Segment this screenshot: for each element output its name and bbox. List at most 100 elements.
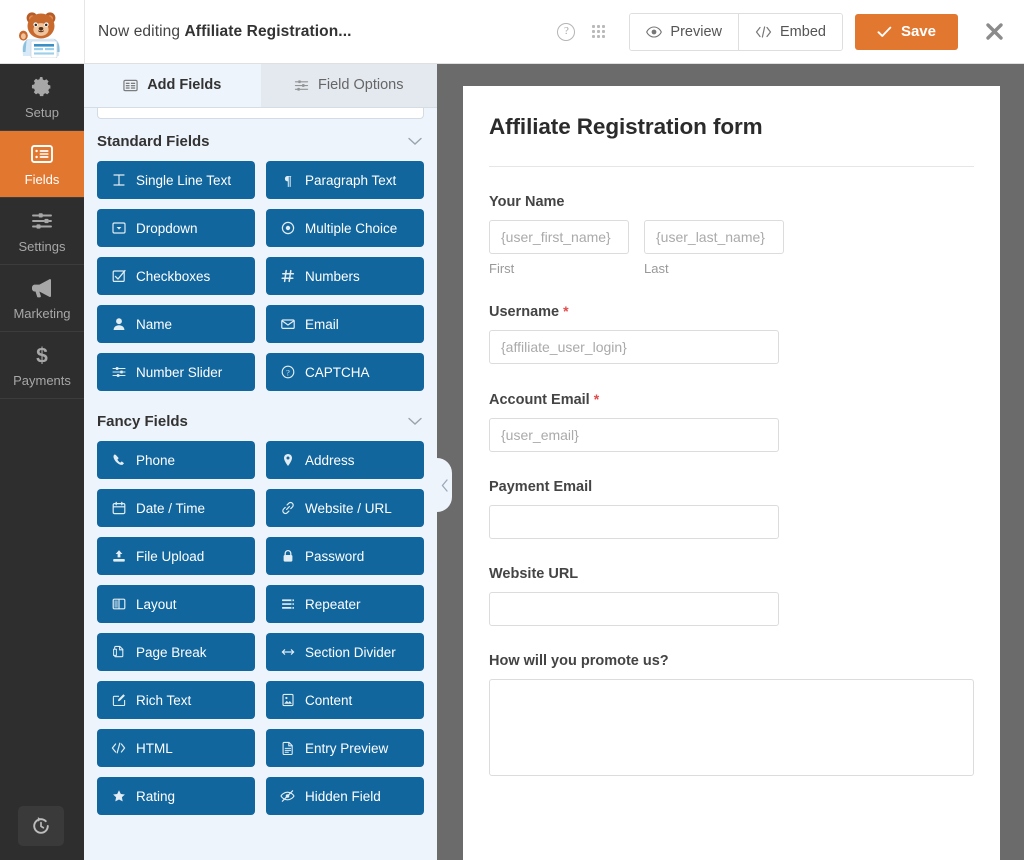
- field-button-dropdown[interactable]: Dropdown: [97, 209, 255, 247]
- embed-button[interactable]: Embed: [738, 13, 842, 50]
- field-button-hidden-field[interactable]: Hidden Field: [266, 777, 424, 815]
- add-fields-panel: Add Fields Field Options Standard Fields…: [84, 64, 437, 860]
- field-button-entry-preview[interactable]: Entry Preview: [266, 729, 424, 767]
- preview-field-payment-email[interactable]: Payment Email: [489, 479, 974, 539]
- website-url-input[interactable]: [489, 592, 779, 626]
- field-button-file-upload[interactable]: File Upload: [97, 537, 255, 575]
- last-name-input[interactable]: {user_last_name}: [644, 220, 784, 254]
- tab-label: Field Options: [318, 77, 404, 93]
- sidebar-item-label: Marketing: [13, 305, 71, 321]
- payment-email-input[interactable]: [489, 505, 779, 539]
- tab-field-options[interactable]: Field Options: [261, 64, 438, 107]
- first-name-sublabel: First: [489, 261, 515, 276]
- account-email-placeholder: {user_email}: [501, 427, 579, 443]
- field-button-numbers[interactable]: Numbers: [266, 257, 424, 295]
- sidebar-item-fields[interactable]: Fields: [0, 131, 84, 198]
- field-button-label: Entry Preview: [305, 740, 389, 756]
- field-button-checkboxes[interactable]: Checkboxes: [97, 257, 255, 295]
- apps-grid-button[interactable]: [585, 19, 611, 45]
- field-button-rating[interactable]: Rating: [97, 777, 255, 815]
- svg-text:?: ?: [286, 368, 290, 377]
- field-options-icon: [294, 79, 309, 91]
- sidebar-item-setup[interactable]: Setup: [0, 64, 84, 131]
- field-label-text: How will you promote us?: [489, 653, 669, 669]
- sidebar-item-marketing[interactable]: Marketing: [0, 265, 84, 332]
- editing-prefix: Now editing: [98, 22, 181, 40]
- embed-label: Embed: [780, 23, 826, 40]
- section-header-fancy-fields[interactable]: Fancy Fields: [84, 391, 437, 441]
- field-button-label: Single Line Text: [136, 172, 232, 188]
- promote-textarea[interactable]: [489, 679, 974, 776]
- field-button-number-slider[interactable]: Number Slider: [97, 353, 255, 391]
- preview-field-your-name[interactable]: Your Name {user_first_name} First {user_…: [489, 194, 974, 276]
- required-marker: *: [593, 391, 600, 407]
- account-email-input[interactable]: {user_email}: [489, 418, 779, 452]
- map-pin-icon: [280, 453, 295, 468]
- field-button-date-time[interactable]: Date / Time: [97, 489, 255, 527]
- field-button-label: Date / Time: [136, 500, 206, 516]
- field-button-website-url[interactable]: Website / URL: [266, 489, 424, 527]
- search-fields-input[interactable]: [97, 108, 424, 119]
- help-button[interactable]: ?: [553, 19, 579, 45]
- field-button-phone[interactable]: Phone: [97, 441, 255, 479]
- standard-fields-grid: Single Line Text ¶ Paragraph Text Dropdo…: [84, 161, 437, 391]
- name-first-column: {user_first_name} First: [489, 220, 629, 276]
- required-marker: *: [563, 303, 569, 319]
- close-button[interactable]: [964, 0, 1024, 63]
- pilcrow-icon: ¶: [280, 173, 295, 188]
- field-button-single-line-text[interactable]: Single Line Text: [97, 161, 255, 199]
- field-button-label: Layout: [136, 596, 177, 612]
- dropdown-icon: [111, 221, 126, 236]
- preview-field-website-url[interactable]: Website URL: [489, 566, 974, 626]
- field-button-repeater[interactable]: Repeater: [266, 585, 424, 623]
- collapse-panel-button[interactable]: [437, 458, 452, 512]
- page-break-icon: [111, 645, 126, 660]
- field-label: Website URL: [489, 566, 974, 582]
- bear-mascot-icon: [19, 11, 60, 58]
- field-button-label: Name: [136, 316, 173, 332]
- tab-add-fields[interactable]: Add Fields: [84, 64, 261, 107]
- tab-label: Add Fields: [147, 77, 222, 93]
- field-label: Payment Email: [489, 479, 974, 495]
- preview-field-promote[interactable]: How will you promote us?: [489, 653, 974, 776]
- field-button-content[interactable]: Content: [266, 681, 424, 719]
- field-button-page-break[interactable]: Page Break: [97, 633, 255, 671]
- username-input[interactable]: {affiliate_user_login}: [489, 330, 779, 364]
- first-name-input[interactable]: {user_first_name}: [489, 220, 629, 254]
- field-button-label: HTML: [136, 740, 173, 756]
- sidebar-item-payments[interactable]: $ Payments: [0, 332, 84, 399]
- field-button-rich-text[interactable]: Rich Text: [97, 681, 255, 719]
- columns-icon: [111, 597, 126, 612]
- field-button-paragraph-text[interactable]: ¶ Paragraph Text: [266, 161, 424, 199]
- builder-sidebar: Setup Fields Settings Marketing $ Paymen…: [0, 64, 84, 860]
- hash-icon: [280, 269, 295, 284]
- field-button-html[interactable]: HTML: [97, 729, 255, 767]
- preview-field-account-email[interactable]: Account Email * {user_email}: [489, 391, 974, 452]
- link-icon: [280, 501, 295, 516]
- image-doc-icon: [280, 693, 295, 708]
- svg-text:¶: ¶: [284, 174, 292, 187]
- chevron-left-icon: [441, 478, 448, 492]
- field-button-name[interactable]: Name: [97, 305, 255, 343]
- section-title: Fancy Fields: [97, 413, 188, 430]
- sidebar-item-settings[interactable]: Settings: [0, 198, 84, 265]
- section-header-standard-fields[interactable]: Standard Fields: [84, 119, 437, 161]
- preview-field-username[interactable]: Username * {affiliate_user_login}: [489, 303, 974, 364]
- field-button-email[interactable]: Email: [266, 305, 424, 343]
- preview-button[interactable]: Preview: [630, 13, 738, 50]
- field-button-captcha[interactable]: ? CAPTCHA: [266, 353, 424, 391]
- field-button-label: Number Slider: [136, 364, 223, 380]
- top-bar-actions: ? Preview Embed Save: [553, 0, 1024, 63]
- revisions-button[interactable]: [18, 806, 64, 846]
- field-button-section-divider[interactable]: Section Divider: [266, 633, 424, 671]
- field-button-address[interactable]: Address: [266, 441, 424, 479]
- field-button-multiple-choice[interactable]: Multiple Choice: [266, 209, 424, 247]
- field-button-password[interactable]: Password: [266, 537, 424, 575]
- first-name-placeholder: {user_first_name}: [501, 229, 611, 245]
- panel-scroll-area[interactable]: Standard Fields Single Line Text ¶ Parag…: [84, 108, 437, 860]
- save-button[interactable]: Save: [854, 13, 958, 50]
- field-button-label: Address: [305, 452, 355, 468]
- field-button-layout[interactable]: Layout: [97, 585, 255, 623]
- field-button-label: Dropdown: [136, 220, 198, 236]
- field-button-label: Repeater: [305, 596, 361, 612]
